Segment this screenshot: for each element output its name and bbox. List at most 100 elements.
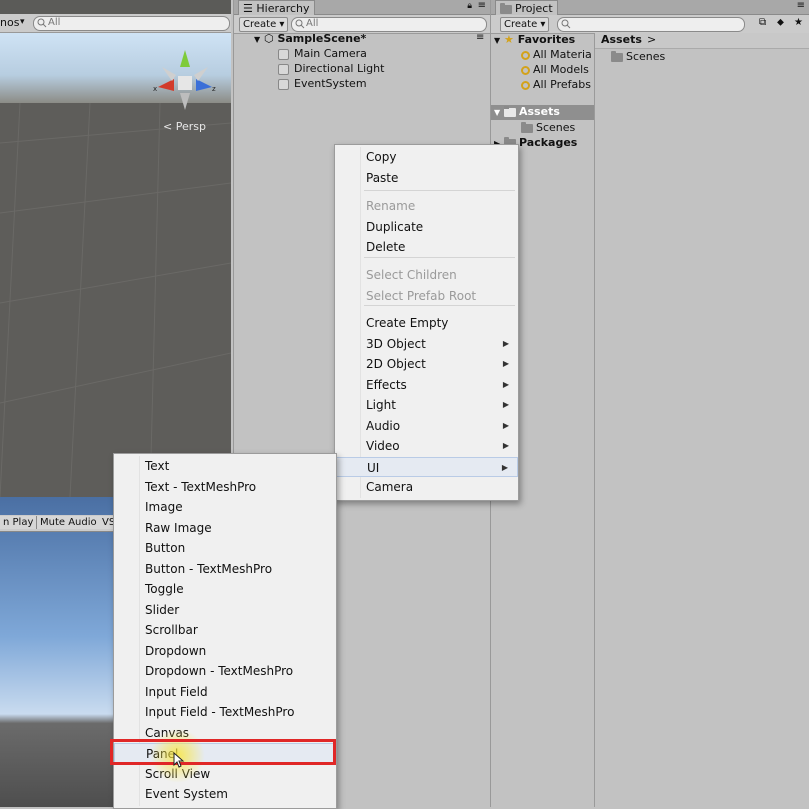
submenu-item-toggle[interactable]: Toggle [114,579,336,599]
search-icon [37,18,47,28]
submenu-arrow-icon: ▶ [501,462,508,472]
search-filter-icon [521,65,530,75]
folder-icon [611,50,623,62]
submenu-item-button-textmeshpro[interactable]: Button - TextMeshPro [114,559,336,579]
menu-separator [364,190,515,191]
project-toolbar: Create ▾ ⧉ ⬥ ★ [491,15,809,34]
hierarchy-item-eventsystem[interactable]: EventSystem [278,77,367,91]
hierarchy-item-directional-light[interactable]: Directional Light [278,62,384,76]
submenu-item-text[interactable]: Text [114,456,336,476]
folder-icon [504,105,516,117]
menu-item-ui[interactable]: UI ▶ [335,456,518,477]
mute-audio-button[interactable]: Mute Audio [37,516,101,529]
hierarchy-item-main-camera[interactable]: Main Camera [278,47,367,61]
hierarchy-create-button[interactable]: Create ▾ [239,17,289,32]
favorites-item-all-models[interactable]: All Models [521,63,589,77]
menu-item-select-children: Select Children [366,268,457,282]
submenu-item-text-textmeshpro[interactable]: Text - TextMeshPro [114,477,336,497]
submenu-arrow-icon: ▶ [502,400,509,409]
scene-menu-icon[interactable]: ≡ [476,32,484,43]
panel-menu-icon[interactable]: ≡ [478,0,486,11]
hierarchy-context-menu: Copy Paste Rename Duplicate Delete Select Chi… [334,144,519,501]
expand-arrow-icon[interactable]: ▼ [494,36,500,45]
submenu-arrow-icon: ▶ [502,420,509,430]
project-content-scenes[interactable]: Scenes [611,50,665,64]
project-search-input[interactable] [557,17,745,32]
menu-item-2d-object[interactable]: 2D Object ▶ [335,354,518,374]
favorites-item-all-materials[interactable]: All Materia [521,48,592,62]
scene-ground-grid [0,103,231,497]
assets-item-scenes[interactable]: Scenes [521,121,575,135]
gizmos-dropdown[interactable]: nos [0,16,19,29]
scene-view[interactable]: nos ▾ All x z < Persp [0,0,231,497]
favorites-item-all-prefabs[interactable]: All Prefabs [521,78,591,92]
filter-type-icon[interactable]: ⧉ [759,17,766,28]
breadcrumb-chevron-icon: > [647,33,657,46]
favorites-star-icon: ★ [504,33,514,46]
filter-label-icon[interactable]: ⬥ [777,17,784,28]
menu-item-paste[interactable]: Paste [335,168,518,188]
favorites-row[interactable]: ▼ ★ Favorites [494,33,575,48]
project-breadcrumb-bar: Assets > [595,33,809,49]
submenu-item-scrollbar[interactable]: Scrollbar [114,620,336,640]
submenu-item-dropdown-textmeshpro[interactable]: Dropdown - TextMeshPro [114,661,336,681]
menu-item-select-prefab-root: Select Prefab Root [366,288,477,303]
submenu-item-dropdown[interactable]: Dropdown [114,641,336,661]
gameobject-icon [278,48,289,60]
game-toolbar: n Play Mute Audio VS [0,515,120,532]
search-filter-icon [521,80,530,90]
menu-item-duplicate[interactable]: Duplicate [335,217,518,237]
maximize-on-play-button[interactable]: n Play [0,516,38,529]
menu-item-create-empty[interactable]: Create Empty [335,313,518,333]
expand-arrow-icon[interactable]: ▼ [494,108,500,117]
expand-arrow-icon[interactable]: ▼ [254,35,260,44]
submenu-item-scroll-view[interactable]: Scroll View [114,764,336,784]
chevron-down-icon[interactable]: ▾ [20,17,25,27]
search-icon [295,19,305,29]
menu-item-delete[interactable]: Delete [335,237,518,257]
submenu-item-input-field-textmeshpro[interactable]: Input Field - TextMeshPro [114,702,336,722]
submenu-arrow-icon: ▶ [502,379,509,389]
gameobject-icon [278,63,289,75]
search-icon [561,19,571,29]
svg-text:x: x [153,85,157,93]
scene-root-row[interactable]: ▼ ⬡ SampleScene* [254,32,366,47]
menu-item-video[interactable]: Video ▶ [335,436,518,456]
menu-item-effects[interactable]: Effects ▶ [335,375,518,395]
tab-hierarchy[interactable]: ☰ Hierarchy [238,0,315,16]
project-tabbar: Project ≡ [491,0,809,16]
chevron-down-icon: ▾ [540,19,546,30]
submenu-item-button[interactable]: Button [114,538,336,558]
menu-item-copy[interactable]: Copy [335,147,518,167]
project-create-button[interactable]: Create ▾ [500,17,550,32]
lock-icon[interactable]: 🔒︎ [467,1,472,11]
tab-project[interactable]: Project [495,0,558,16]
menu-item-rename: Rename [366,199,416,213]
chevron-down-icon: ▾ [279,19,285,30]
annotation-highlight-box [110,739,336,765]
menu-item-3d-object[interactable]: 3D Object ▶ [335,334,518,354]
submenu-item-input-field[interactable]: Input Field [114,682,336,702]
scene-orientation-gizmo[interactable]: x z [150,45,220,115]
hierarchy-list-icon: ☰ [243,2,253,15]
submenu-arrow-icon: ▶ [502,338,509,348]
favorite-star-icon[interactable]: ★ [794,17,803,28]
hierarchy-search-input[interactable]: All [291,17,487,32]
gameobject-icon [278,78,289,90]
game-view[interactable] [0,497,115,807]
menu-separator [364,257,515,258]
assets-row[interactable]: ▼ Assets [491,105,594,120]
submenu-item-event-system[interactable]: Event System [114,784,336,804]
breadcrumb-assets[interactable]: Assets [601,33,642,46]
persp-label[interactable]: < Persp [163,120,206,133]
persp-chevron-icon: < [163,120,173,133]
menu-item-audio[interactable]: Audio ▶ [335,416,518,436]
submenu-item-raw-image[interactable]: Raw Image [114,518,336,538]
submenu-item-image[interactable]: Image [114,497,336,517]
submenu-item-slider[interactable]: Slider [114,600,336,620]
panel-menu-icon[interactable]: ≡ [797,0,805,11]
mouse-cursor-icon [173,752,185,768]
scene-search-input[interactable]: All [33,16,230,31]
menu-item-camera[interactable]: Camera [335,477,518,497]
menu-item-light[interactable]: Light ▶ [335,395,518,415]
